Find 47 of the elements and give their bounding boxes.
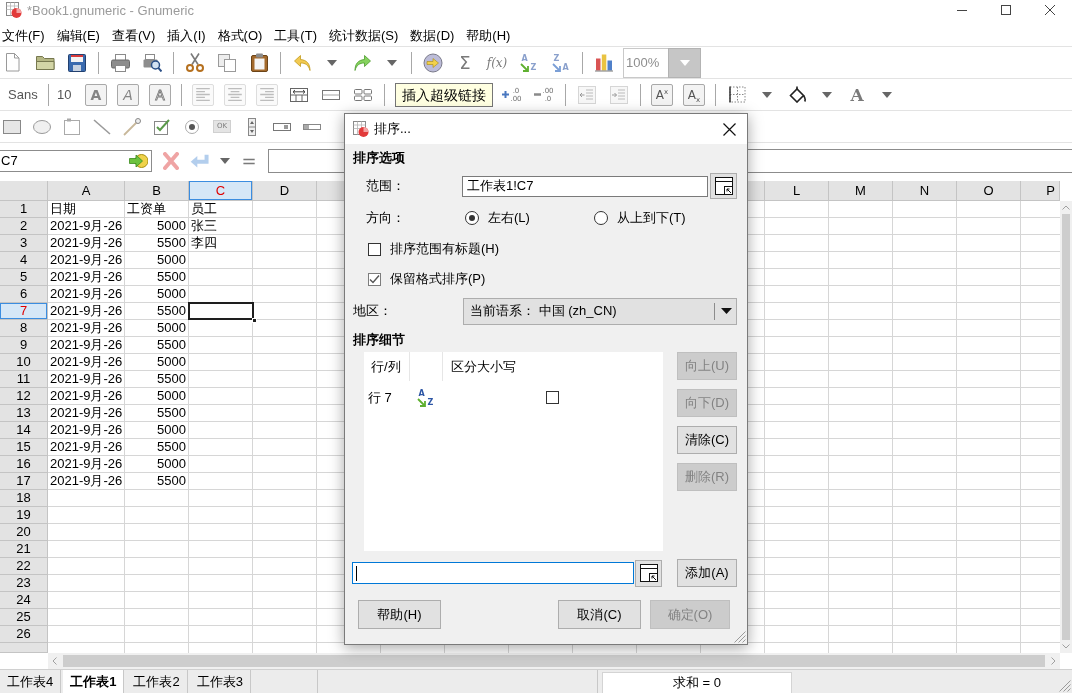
table-cell-text: 5000 bbox=[156, 252, 187, 268]
table-cell-text: 李四 bbox=[190, 235, 218, 251]
list-cell: 行 7 bbox=[368, 388, 392, 407]
table-cell-text: 2021-9月-26 bbox=[49, 303, 124, 319]
table-cell-text: 张三 bbox=[190, 218, 218, 234]
table-cell-text: 5500 bbox=[156, 371, 187, 387]
table-cell-text: 5000 bbox=[156, 320, 187, 336]
table-cell-text: 5500 bbox=[156, 303, 187, 319]
table-cell-text: 5000 bbox=[156, 388, 187, 404]
table-cell-text: 2021-9月-26 bbox=[49, 405, 124, 421]
table-cell-text: 5500 bbox=[156, 337, 187, 353]
table-cell-text: 5500 bbox=[156, 235, 187, 251]
field-label: 方向： bbox=[366, 208, 406, 227]
table-cell-text: 2021-9月-26 bbox=[49, 320, 124, 336]
table-cell-text: 2021-9月-26 bbox=[49, 371, 124, 387]
dialog-title: 排序... bbox=[374, 120, 411, 138]
table-cell-text: 5500 bbox=[156, 405, 187, 421]
table-cell-text: 5000 bbox=[156, 286, 187, 302]
table-cell-text: 工资单 bbox=[126, 201, 167, 217]
table-cell-text: 2021-9月-26 bbox=[49, 354, 124, 370]
table-cell-text: 2021-9月-26 bbox=[49, 337, 124, 353]
table-cell-text: 2021-9月-26 bbox=[49, 456, 124, 472]
table-cell-text: 5000 bbox=[156, 218, 187, 234]
table-cell-text: 2021-9月-26 bbox=[49, 439, 124, 455]
table-cell-text: 2021-9月-26 bbox=[49, 218, 124, 234]
table-cell-text: 5500 bbox=[156, 473, 187, 489]
table-cell-text: 2021-9月-26 bbox=[49, 269, 124, 285]
table-cell-text: 5000 bbox=[156, 422, 187, 438]
table-cell-text: 2021-9月-26 bbox=[49, 286, 124, 302]
table-cell-text: 5000 bbox=[156, 456, 187, 472]
field-label: 地区： bbox=[353, 302, 393, 320]
table-cell-text: 日期 bbox=[49, 201, 77, 217]
sum-readout: 求和 = 0 bbox=[602, 672, 792, 693]
field-label: 范围： bbox=[366, 177, 406, 195]
table-cell-text: 员工 bbox=[190, 201, 218, 217]
table-cell-text: 5500 bbox=[156, 269, 187, 285]
section-heading: 排序选项 bbox=[353, 149, 405, 167]
window-title: *Book1.gnumeric - Gnumeric bbox=[27, 2, 194, 18]
table-cell-text: 5000 bbox=[156, 354, 187, 370]
table-cell-text: 2021-9月-26 bbox=[49, 473, 124, 489]
table-cell-text: 2021-9月-26 bbox=[49, 388, 124, 404]
table-cell-text: 2021-9月-26 bbox=[49, 422, 124, 438]
section-heading: 排序细节 bbox=[353, 330, 405, 349]
table-cell-text: 2021-9月-26 bbox=[49, 252, 124, 268]
table-cell-text: 2021-9月-26 bbox=[49, 235, 124, 251]
tooltip: 插入超级链接 bbox=[395, 82, 493, 107]
table-cell-text: 5500 bbox=[156, 439, 187, 455]
